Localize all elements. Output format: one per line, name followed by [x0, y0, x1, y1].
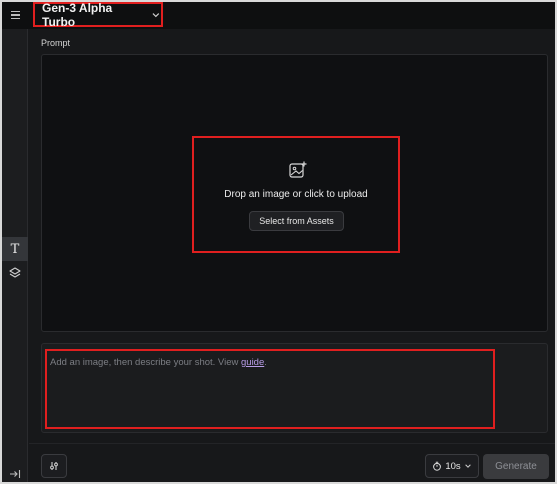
settings-button[interactable] — [41, 454, 67, 478]
select-from-assets-button[interactable]: Select from Assets — [249, 211, 344, 231]
placeholder-end: . — [264, 357, 267, 368]
image-plus-icon — [289, 161, 307, 178]
prompt-text-field[interactable]: Add an image, then describe your shot. V… — [41, 343, 548, 433]
top-bar: Gen-3 Alpha Turbo — [2, 2, 555, 29]
app-window: Gen-3 Alpha Turbo T Prompt Drop an image… — [2, 2, 555, 482]
model-selector[interactable]: Gen-3 Alpha Turbo — [33, 2, 163, 29]
drop-zone-highlight: Drop an image or click to upload Select … — [192, 136, 400, 253]
placeholder-text: Add an image, then describe your shot. V… — [50, 357, 241, 368]
duration-value: 10s — [445, 460, 461, 472]
hamburger-menu-icon[interactable] — [7, 7, 23, 23]
timer-icon — [433, 461, 442, 471]
left-tool-rail: T — [2, 29, 28, 482]
bottom-toolbar: 10s Generate — [29, 443, 555, 482]
guide-link[interactable]: guide — [241, 357, 264, 368]
generate-button[interactable]: Generate — [483, 454, 549, 479]
chevron-down-icon — [464, 464, 471, 468]
duration-selector[interactable]: 10s — [425, 454, 479, 478]
layers-icon[interactable] — [8, 266, 22, 280]
prompt-text-highlight[interactable]: Add an image, then describe your shot. V… — [45, 349, 495, 429]
chevron-down-icon — [152, 12, 160, 17]
prompt-label: Prompt — [41, 38, 71, 48]
image-drop-zone[interactable]: Drop an image or click to upload Select … — [41, 54, 548, 332]
collapse-sidebar-icon[interactable] — [8, 467, 22, 481]
model-name: Gen-3 Alpha Turbo — [42, 2, 113, 29]
settings-sliders-icon — [50, 462, 58, 470]
drop-instructions: Drop an image or click to upload — [224, 189, 368, 200]
text-tool-icon[interactable]: T — [2, 237, 28, 261]
prompt-placeholder: Add an image, then describe your shot. V… — [50, 357, 267, 368]
